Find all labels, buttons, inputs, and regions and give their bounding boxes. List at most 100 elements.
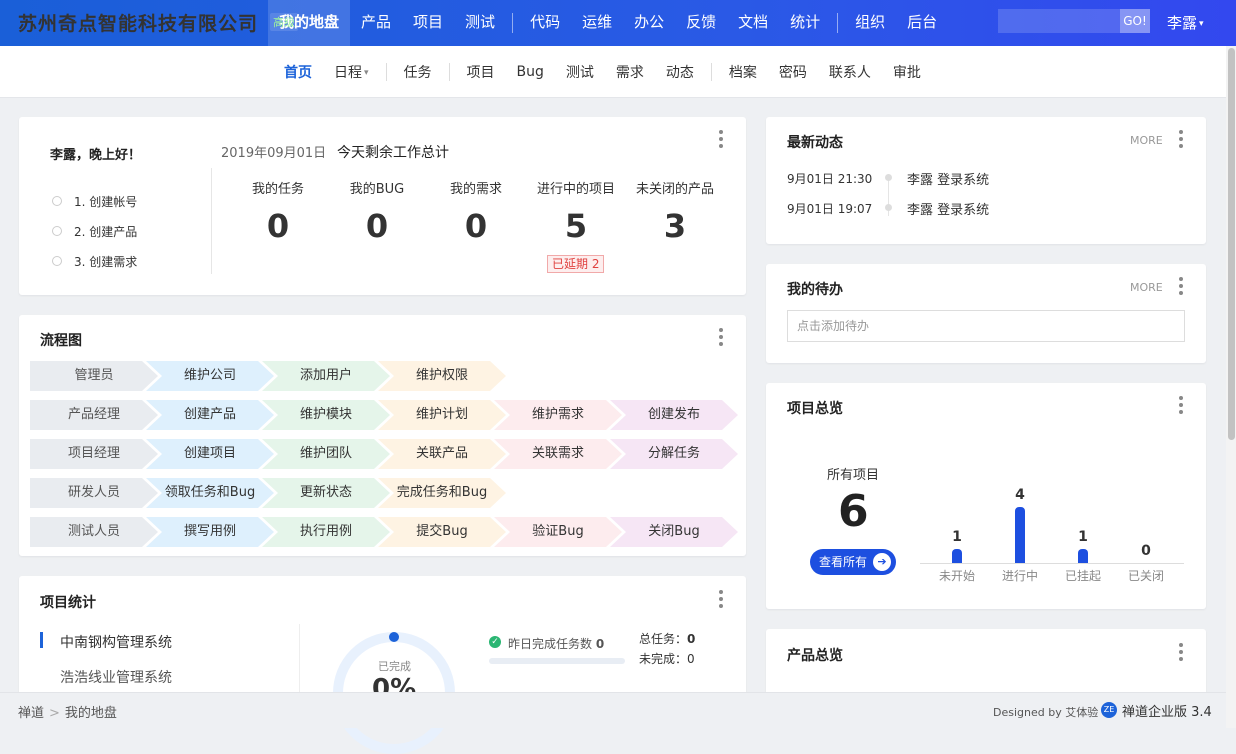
subnav-password[interactable]: 密码 — [768, 62, 818, 82]
more-vertical-icon[interactable] — [1178, 396, 1184, 414]
subnav-story[interactable]: 需求 — [605, 62, 655, 82]
nav-doc[interactable]: 文档 — [727, 0, 779, 46]
flow-step[interactable]: 创建发布 — [610, 400, 738, 430]
todo-more-link[interactable]: MORE — [1130, 281, 1163, 294]
flow-step[interactable]: 撰写用例 — [146, 517, 274, 547]
stat-value: 0 — [266, 207, 290, 245]
flow-step[interactable]: 验证Bug — [494, 517, 622, 547]
nav-code[interactable]: 代码 — [519, 0, 571, 46]
nav-admin[interactable]: 后台 — [896, 0, 948, 46]
more-vertical-icon[interactable] — [718, 590, 724, 608]
breadcrumb-home[interactable]: 禅道 — [18, 706, 44, 721]
view-all-button[interactable]: 查看所有 ➔ — [810, 549, 896, 575]
nav-project[interactable]: 项目 — [402, 0, 454, 46]
done-label: 已完成 — [378, 660, 411, 673]
stat-open-products[interactable]: 未关闭的产品 3 — [625, 178, 725, 245]
subnav-task[interactable]: 任务 — [393, 62, 443, 82]
yesterday-label: 昨日完成任务数 — [508, 637, 593, 651]
yesterday-progress-bar — [489, 658, 625, 664]
flow-step[interactable]: 创建项目 — [146, 439, 274, 469]
nav-office[interactable]: 办公 — [623, 0, 675, 46]
step-item[interactable]: 2. 创建产品 — [52, 216, 137, 246]
divider — [299, 624, 300, 692]
subnav-test[interactable]: 测试 — [555, 62, 605, 82]
subnav-project[interactable]: 项目 — [456, 62, 506, 82]
work-summary-title: 今天剩余工作总计 — [337, 145, 449, 161]
company-name[interactable]: 苏州奇点智能科技有限公司 — [18, 9, 258, 36]
more-vertical-icon[interactable] — [1178, 130, 1184, 148]
timeline-dot — [885, 204, 892, 211]
version-label[interactable]: 禅道企业版 3.4 — [1122, 701, 1212, 720]
flow-step[interactable]: 执行用例 — [262, 517, 390, 547]
flow-role: 管理员 — [30, 361, 158, 391]
flow-role: 产品经理 — [30, 400, 158, 430]
flow-step[interactable]: 创建产品 — [146, 400, 274, 430]
more-vertical-icon[interactable] — [718, 130, 724, 148]
flow-step[interactable]: 更新状态 — [262, 478, 390, 508]
flow-step[interactable]: 提交Bug — [378, 517, 506, 547]
user-menu[interactable]: 李露 ▾ — [1167, 12, 1204, 33]
subnav-contacts[interactable]: 联系人 — [818, 62, 882, 82]
flow-step[interactable]: 添加用户 — [262, 361, 390, 391]
flow-step[interactable]: 关联需求 — [494, 439, 622, 469]
flow-step[interactable]: 关闭Bug — [610, 517, 738, 547]
chart-bar[interactable] — [952, 549, 962, 563]
circle-icon — [52, 196, 62, 206]
step-label: 2. 创建产品 — [74, 224, 138, 239]
flow-role: 研发人员 — [30, 478, 158, 508]
nav-divider — [512, 13, 514, 33]
activity-more-link[interactable]: MORE — [1130, 134, 1163, 147]
stat-my-stories[interactable]: 我的需求 0 — [426, 178, 526, 245]
flow-step[interactable]: 完成任务和Bug — [378, 478, 506, 508]
project-list-item[interactable]: 浩浩线业管理系统 — [60, 667, 172, 687]
project-list-item[interactable]: 中南钢构管理系统 — [60, 632, 172, 652]
nav-org[interactable]: 组织 — [844, 0, 896, 46]
flow-step[interactable]: 维护需求 — [494, 400, 622, 430]
chart-bar[interactable] — [1015, 507, 1025, 563]
total-label: 总任务： — [639, 632, 688, 646]
subnav-profile[interactable]: 档案 — [718, 62, 768, 82]
nav-feedback[interactable]: 反馈 — [675, 0, 727, 46]
bar-category-label: 已关闭 — [1127, 569, 1164, 583]
flow-step[interactable]: 维护计划 — [378, 400, 506, 430]
overview-title: 项目总览 — [787, 401, 843, 417]
stat-active-projects[interactable]: 进行中的项目 5 — [526, 178, 626, 245]
subnav-schedule[interactable]: 日程 ▾ — [323, 62, 380, 82]
search-go-button[interactable]: GO! — [1120, 9, 1150, 33]
bar-value-label: 4 — [1015, 487, 1025, 503]
stat-my-tasks[interactable]: 我的任务 0 — [228, 178, 328, 245]
subnav-home[interactable]: 首页 — [273, 62, 323, 82]
flow-step[interactable]: 维护团队 — [262, 439, 390, 469]
flow-step[interactable]: 维护公司 — [146, 361, 274, 391]
nav-test[interactable]: 测试 — [454, 0, 506, 46]
delayed-badge[interactable]: 已延期 2 — [547, 255, 605, 273]
breadcrumb-current[interactable]: 我的地盘 — [65, 706, 117, 721]
subnav-bug[interactable]: Bug — [506, 64, 555, 80]
more-vertical-icon[interactable] — [1178, 277, 1184, 295]
scrollbar-thumb[interactable] — [1228, 48, 1235, 440]
chart-bar[interactable] — [1078, 549, 1088, 563]
activity-time: 9月01日 19:07 — [787, 202, 873, 216]
step-item[interactable]: 3. 创建需求 — [52, 246, 137, 276]
bar-category-label: 已挂起 — [1064, 569, 1101, 583]
nav-stats[interactable]: 统计 — [779, 0, 831, 46]
activity-time: 9月01日 21:30 — [787, 172, 873, 186]
flow-step[interactable]: 分解任务 — [610, 439, 738, 469]
nav-ops[interactable]: 运维 — [571, 0, 623, 46]
add-todo-input[interactable]: 点击添加待办 — [787, 310, 1185, 342]
flow-step[interactable]: 维护权限 — [378, 361, 506, 391]
stat-my-bugs[interactable]: 我的BUG 0 — [327, 178, 427, 245]
flow-step[interactable]: 维护模块 — [262, 400, 390, 430]
step-item[interactable]: 1. 创建帐号 — [52, 186, 137, 216]
flow-step[interactable]: 关联产品 — [378, 439, 506, 469]
greeting: 李露，晚上好！ — [50, 148, 142, 163]
subnav-dynamic[interactable]: 动态 — [655, 62, 705, 82]
subnav-approval[interactable]: 审批 — [882, 62, 932, 82]
more-vertical-icon[interactable] — [718, 328, 724, 346]
flow-step[interactable]: 领取任务和Bug — [146, 478, 274, 508]
nav-product[interactable]: 产品 — [350, 0, 402, 46]
more-vertical-icon[interactable] — [1178, 643, 1184, 661]
activity-text[interactable]: 李露 登录系统 — [907, 199, 989, 218]
all-projects-label: 所有项目 — [827, 468, 880, 483]
activity-text[interactable]: 李露 登录系统 — [907, 169, 989, 188]
